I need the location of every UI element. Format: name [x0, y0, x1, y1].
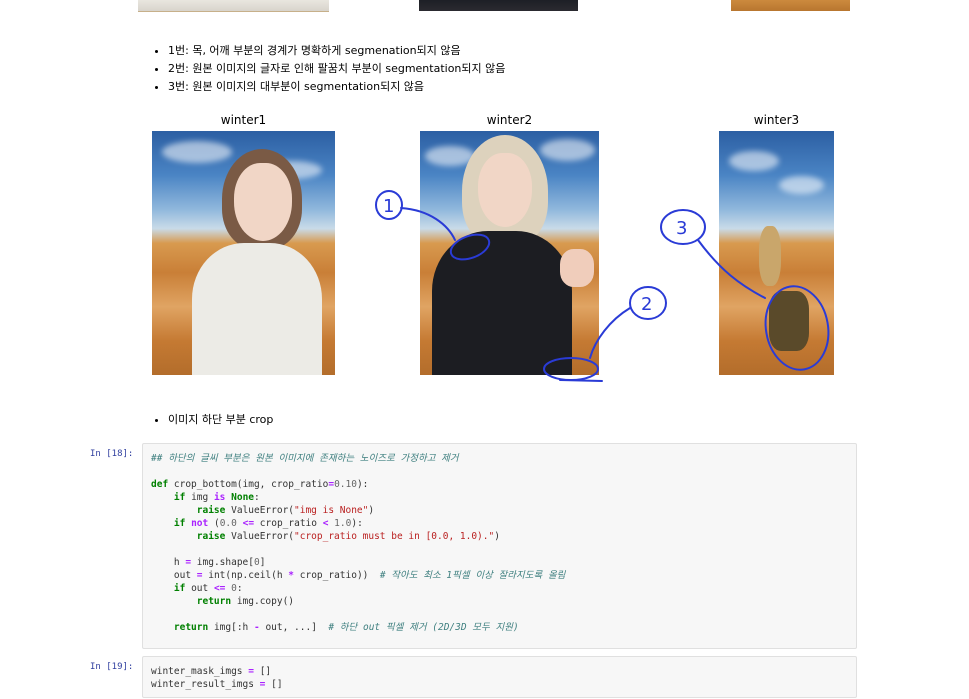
- code-editor[interactable]: ## 하단의 글씨 부분은 원본 이미지에 존재하는 노이즈로 가정하고 제거 …: [143, 444, 856, 642]
- winter1-image: [152, 131, 335, 375]
- code-cell-18[interactable]: ## 하단의 글씨 부분은 원본 이미지에 존재하는 노이즈로 가정하고 제거 …: [142, 443, 857, 649]
- annotation-label-2: 2: [641, 294, 652, 315]
- previous-image-3-bottom: [731, 0, 850, 11]
- crop-note: 이미지 하단 부분 crop: [168, 411, 273, 429]
- previous-image-1-bottom: [138, 0, 329, 12]
- annotation-circle-1: [375, 190, 403, 220]
- code-editor[interactable]: winter_mask_imgs = [] winter_result_imgs…: [143, 657, 856, 699]
- code-line: def crop_bottom(img, crop_ratio=0.10):: [151, 479, 369, 490]
- winter3-image: [719, 131, 834, 375]
- code-line: ## 하단의 글씨 부분은 원본 이미지에 존재하는 노이즈로 가정하고 제거: [151, 453, 459, 464]
- winter2-image: [420, 131, 599, 375]
- code-line: return img[:h - out, ...] # 하단 out 픽셀 제거…: [173, 622, 519, 633]
- crop-note-list: 이미지 하단 부분 crop: [148, 411, 273, 429]
- figure-title-winter1: winter1: [220, 113, 267, 127]
- note-item: 1번: 목, 어깨 부분의 경계가 명확하게 segmenation되지 않음: [168, 42, 505, 60]
- notes-list: 1번: 목, 어깨 부분의 경계가 명확하게 segmenation되지 않음 …: [148, 42, 505, 96]
- code-line: winter_mask_imgs = []: [151, 666, 272, 677]
- code-line: if img is None:: [173, 492, 260, 503]
- annotation-label-3: 3: [676, 218, 687, 239]
- code-line: return img.copy(): [196, 596, 295, 607]
- code-line: raise ValueError("crop_ratio must be in …: [196, 531, 500, 542]
- annotation-circle-3: [660, 209, 706, 245]
- code-line: if not (0.0 <= crop_ratio < 1.0):: [173, 518, 363, 529]
- code-line: h = img.shape[0]: [151, 557, 266, 568]
- previous-image-2-bottom: [419, 0, 578, 11]
- cell-prompt: In [19]:: [90, 662, 134, 672]
- annotation-circle-2: [629, 286, 667, 320]
- cell-prompt: In [18]:: [90, 449, 134, 459]
- figure-title-winter3: winter3: [753, 113, 800, 127]
- code-line: winter_result_imgs = []: [151, 679, 283, 690]
- note-item: 3번: 원본 이미지의 대부분이 segmentation되지 않음: [168, 78, 505, 96]
- code-line: if out <= 0:: [173, 583, 243, 594]
- figure-title-winter2: winter2: [486, 113, 533, 127]
- code-line: out = int(np.ceil(h * crop_ratio)) # 작아도…: [151, 570, 566, 581]
- code-line: raise ValueError("img is None"): [196, 505, 375, 516]
- note-item: 2번: 원본 이미지의 글자로 인해 팔꿈치 부분이 segmentation되…: [168, 60, 505, 78]
- code-cell-19[interactable]: winter_mask_imgs = [] winter_result_imgs…: [142, 656, 857, 698]
- annotation-label-1: 1: [383, 196, 394, 217]
